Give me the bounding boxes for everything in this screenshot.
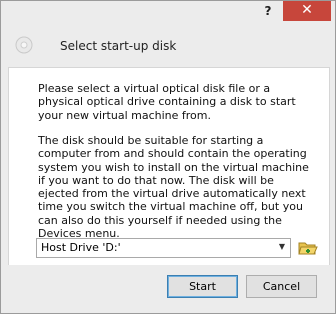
dialog-footer: Start Cancel (2, 265, 334, 313)
content-panel: Please select a virtual optical disk fil… (8, 67, 330, 266)
page-title: Select start-up disk (60, 39, 177, 53)
dialog-window: ? ✕ Select start-up disk Please select a… (0, 0, 336, 314)
disk-select[interactable]: Host Drive 'D:' ▼ (36, 238, 291, 258)
dialog-header: Select start-up disk (2, 23, 334, 67)
close-button[interactable]: ✕ (283, 1, 331, 21)
description-paragraph: Please select a virtual optical disk fil… (38, 82, 296, 122)
folder-open-icon[interactable] (298, 239, 318, 257)
chevron-down-icon[interactable]: ▼ (277, 242, 287, 252)
info-paragraph: The disk should be suitable for starting… (38, 134, 309, 241)
start-button[interactable]: Start (167, 275, 238, 298)
title-bar[interactable]: ? ✕ (1, 1, 335, 23)
disc-icon (15, 36, 33, 54)
cancel-button[interactable]: Cancel (246, 275, 317, 298)
disk-select-value: Host Drive 'D:' (41, 241, 121, 254)
help-button[interactable]: ? (254, 1, 282, 21)
